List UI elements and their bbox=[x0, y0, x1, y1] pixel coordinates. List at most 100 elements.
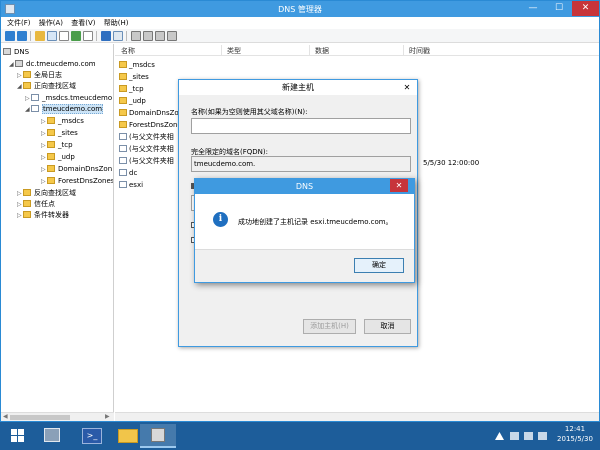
list-item[interactable]: dc bbox=[119, 168, 137, 179]
show-hide-tree-icon[interactable] bbox=[47, 31, 57, 41]
action-center-icon[interactable] bbox=[510, 432, 519, 440]
column-data[interactable]: 数据 bbox=[315, 46, 329, 56]
tree-item-subfolder[interactable]: ▷ _udp bbox=[41, 152, 75, 162]
scroll-left-icon[interactable]: ◀ bbox=[3, 413, 8, 420]
list-item[interactable]: _tcp bbox=[119, 84, 144, 95]
menu-view[interactable]: 查看(V) bbox=[71, 17, 95, 29]
back-arrow-icon[interactable] bbox=[5, 31, 15, 41]
list-item[interactable]: _udp bbox=[119, 96, 146, 107]
column-timestamp[interactable]: 时间戳 bbox=[409, 46, 430, 56]
list-item[interactable]: ForestDnsZone bbox=[119, 120, 182, 131]
menu-help[interactable]: 帮助(H) bbox=[104, 17, 129, 29]
ok-button[interactable]: 确定 bbox=[354, 258, 404, 273]
tree-item-server[interactable]: ◢ dc.tmeucdemo.com bbox=[9, 59, 96, 69]
zone-icon bbox=[31, 94, 39, 101]
tree-item-zone[interactable]: ◢ tmeucdemo.com bbox=[25, 104, 104, 114]
column-divider[interactable] bbox=[403, 45, 404, 55]
message-close-button[interactable]: ✕ bbox=[390, 179, 408, 192]
message-title[interactable]: DNS bbox=[195, 179, 414, 194]
tree-item-subfolder[interactable]: ▷ ForestDnsZones bbox=[41, 176, 113, 186]
message-footer: 确定 bbox=[195, 249, 414, 282]
new-host-title[interactable]: 新建主机 bbox=[179, 80, 417, 95]
taskbar-clock[interactable]: 12:41 2015/5/30 bbox=[553, 424, 597, 444]
server-manager-icon[interactable] bbox=[38, 424, 74, 448]
record-icon bbox=[119, 157, 127, 164]
column-divider[interactable] bbox=[309, 45, 310, 55]
column-name[interactable]: 名称 bbox=[121, 46, 135, 56]
tree-item-msdcs-zone[interactable]: ▷ _msdcs.tmeucdemo bbox=[25, 93, 112, 103]
windows-logo-icon bbox=[11, 429, 25, 443]
folder-icon bbox=[119, 109, 127, 116]
volume-icon[interactable] bbox=[538, 432, 547, 440]
folder-icon bbox=[47, 117, 55, 124]
tree-item-subfolder[interactable]: ▷ _sites bbox=[41, 128, 78, 138]
name-label: 名称(如果为空则使用其父域名称)(N): bbox=[191, 108, 308, 116]
list-item[interactable]: _msdcs bbox=[119, 60, 155, 71]
host-name-input[interactable] bbox=[191, 118, 411, 134]
tree-item-subfolder[interactable]: ▷ DomainDnsZon bbox=[41, 164, 112, 174]
list-item[interactable]: (与父文件夹相 bbox=[119, 132, 174, 143]
folder-icon bbox=[23, 71, 31, 78]
folder-icon bbox=[119, 97, 127, 104]
folder-icon bbox=[119, 61, 127, 68]
tree-item-subfolder[interactable]: ▷ _tcp bbox=[41, 140, 73, 150]
window-title: DNS 管理器 bbox=[278, 5, 322, 14]
maximize-button[interactable]: ☐ bbox=[546, 1, 572, 16]
tree-item-subfolder[interactable]: ▷ _msdcs bbox=[41, 116, 84, 126]
powershell-icon[interactable]: >_ bbox=[76, 424, 112, 448]
scrollbar-thumb[interactable] bbox=[10, 415, 70, 420]
new-host-close-button[interactable]: ✕ bbox=[401, 82, 413, 93]
list-item[interactable]: _sites bbox=[119, 72, 149, 83]
refresh-icon[interactable] bbox=[71, 31, 81, 41]
timestamp-value: 5/5/30 12:00:00 bbox=[423, 159, 480, 167]
start-button[interactable] bbox=[0, 422, 36, 450]
close-button[interactable]: ✕ bbox=[572, 1, 599, 16]
record-icon[interactable] bbox=[155, 31, 165, 41]
column-type[interactable]: 类型 bbox=[227, 46, 241, 56]
folder-icon bbox=[23, 189, 31, 196]
record-icon bbox=[119, 133, 127, 140]
tree-item-dns[interactable]: DNS bbox=[3, 47, 29, 57]
properties-list-icon[interactable] bbox=[59, 31, 69, 41]
folder-icon bbox=[23, 211, 31, 218]
menu-file[interactable]: 文件(F) bbox=[7, 17, 31, 29]
help-icon[interactable] bbox=[101, 31, 111, 41]
forward-arrow-icon[interactable] bbox=[17, 31, 27, 41]
menu-action[interactable]: 操作(A) bbox=[39, 17, 63, 29]
record-icon[interactable] bbox=[131, 31, 141, 41]
network-icon[interactable] bbox=[524, 432, 533, 440]
add-host-button[interactable]: 添加主机(H) bbox=[303, 319, 356, 334]
cancel-button[interactable]: 取消 bbox=[364, 319, 411, 334]
column-divider[interactable] bbox=[221, 45, 222, 55]
list-item[interactable]: esxi bbox=[119, 180, 143, 191]
up-folder-icon[interactable] bbox=[35, 31, 45, 41]
console-icon[interactable] bbox=[113, 31, 123, 41]
menu-bar: 文件(F) 操作(A) 查看(V) 帮助(H) bbox=[1, 17, 599, 29]
tree-item-global-logs[interactable]: ▷ 全局日志 bbox=[17, 70, 62, 80]
tree-item-reverse-zones[interactable]: ▷ 反向查找区域 bbox=[17, 188, 76, 198]
list-item[interactable]: (与父文件夹相 bbox=[119, 156, 174, 167]
fqdn-field[interactable]: tmeucdemo.com. bbox=[191, 156, 411, 172]
tree-item-forward-zones[interactable]: ◢ 正向查找区域 bbox=[17, 81, 76, 91]
title-bar[interactable]: DNS 管理器 — ☐ ✕ bbox=[1, 1, 599, 17]
list-item[interactable]: (与父文件夹相 bbox=[119, 144, 174, 155]
minimize-button[interactable]: — bbox=[520, 1, 546, 16]
folder-icon bbox=[47, 177, 55, 184]
folder-icon bbox=[47, 129, 55, 136]
export-list-icon[interactable] bbox=[83, 31, 93, 41]
folder-icon bbox=[119, 73, 127, 80]
show-hidden-icons-icon[interactable] bbox=[495, 432, 504, 440]
tree-horizontal-scrollbar[interactable]: ◀ ▶ bbox=[1, 412, 114, 421]
tree-item-trust-points[interactable]: ▷ 信任点 bbox=[17, 199, 55, 209]
clock-time: 12:41 bbox=[564, 425, 586, 433]
record-icon[interactable] bbox=[167, 31, 177, 41]
toolbar-separator bbox=[30, 31, 31, 41]
scroll-right-icon[interactable]: ▶ bbox=[105, 413, 110, 420]
list-item[interactable]: DomainDnsZo bbox=[119, 108, 179, 119]
folder-icon bbox=[47, 165, 55, 172]
column-header: 名称 类型 数据 时间戳 bbox=[115, 44, 599, 56]
record-icon[interactable] bbox=[143, 31, 153, 41]
tree-item-conditional-forwarders[interactable]: ▷ 条件转发器 bbox=[17, 210, 69, 220]
zone-icon bbox=[31, 105, 39, 112]
dns-manager-taskbar-button[interactable] bbox=[140, 424, 176, 448]
